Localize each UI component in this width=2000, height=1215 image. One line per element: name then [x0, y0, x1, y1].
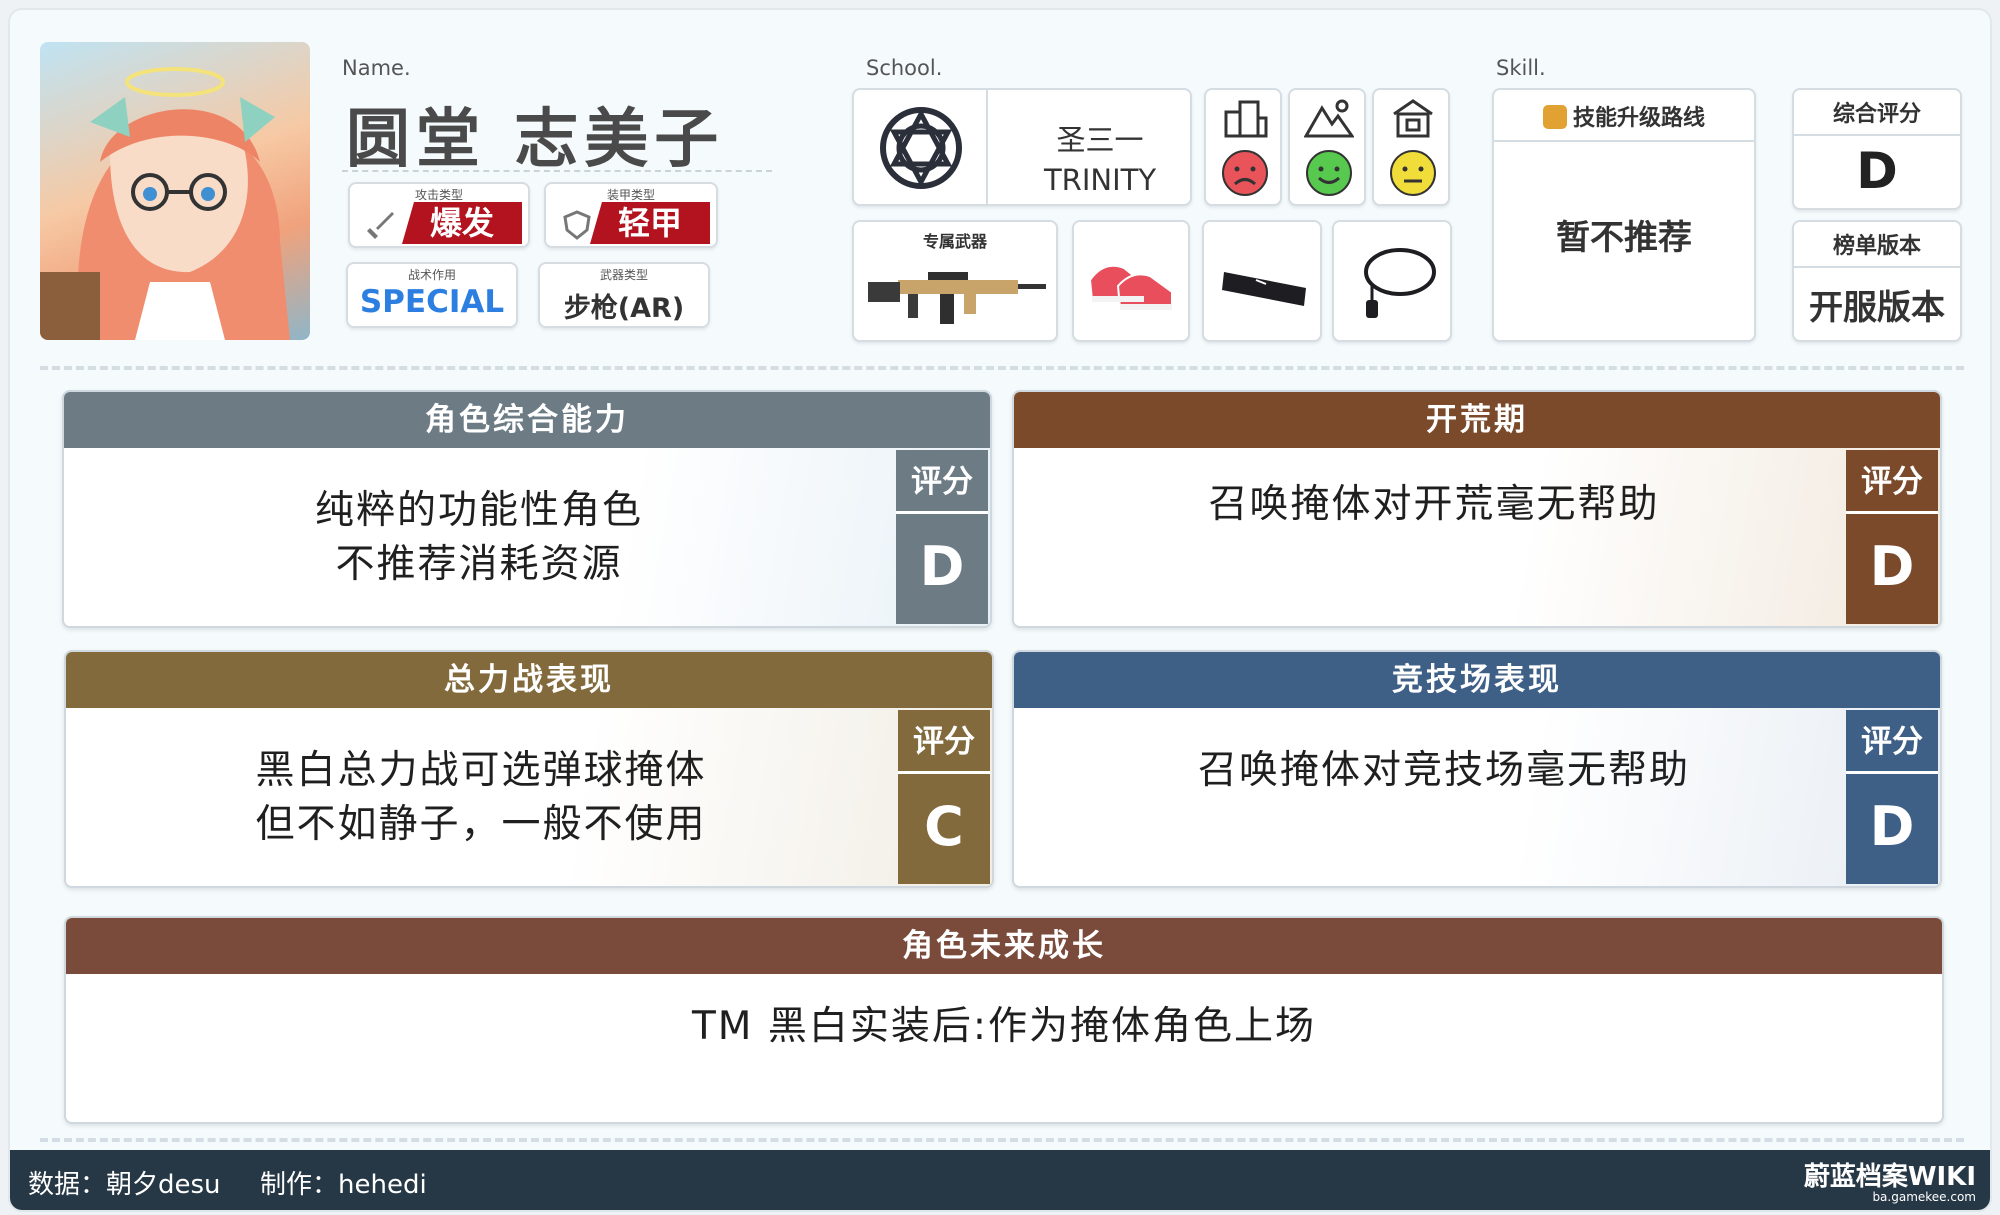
version-divider: [1794, 266, 1960, 268]
raid-score: 评分 C: [898, 710, 990, 884]
rifle-icon: [868, 260, 1048, 334]
terrain-city-box: [1204, 88, 1282, 206]
footer-bar: 数据：朝夕desu 制作：hehedi 蔚蓝档案WIKI ba.gamekee.…: [10, 1150, 1990, 1210]
attack-type-tag: 攻击类型 爆发: [348, 182, 530, 248]
arena-title: 竞技场表现: [1014, 652, 1940, 708]
future-growth-text: TM 黑白实装后:作为掩体角色上场: [66, 1000, 1942, 1054]
outdoor-icon: [1303, 98, 1355, 142]
skill-value: 暂不推荐: [1556, 218, 1692, 258]
early-game-score-label: 评分: [1846, 450, 1938, 514]
character-portrait: [40, 42, 310, 340]
terrain-outdoor-box: [1288, 88, 1366, 206]
overall-ability-line-1: 纯粹的功能性角色: [314, 488, 643, 533]
future-growth-title: 角色未来成长: [66, 918, 1942, 974]
raid-line-2: 但不如静子，一般不使用: [255, 802, 707, 847]
data-credit: 数据：朝夕desu: [28, 1170, 221, 1200]
name-underline: [342, 170, 772, 172]
overall-ability-title: 角色综合能力: [64, 392, 990, 448]
name-label: Name.: [342, 56, 411, 80]
arena-text: 召唤掩体对竞技场毫无帮助: [1014, 744, 1874, 798]
weapon-type-caption: 武器类型: [599, 268, 648, 282]
overall-ability-score: 评分 D: [896, 450, 988, 624]
skill-label: Skill.: [1496, 56, 1546, 80]
neutral-face-icon: [1388, 148, 1438, 202]
raid-panel: 总力战表现 黑白总力战可选弹球掩体 但不如静子，一般不使用 评分 C: [64, 650, 994, 888]
school-divider: [986, 90, 988, 204]
early-game-panel: 开荒期 召唤掩体对开荒毫无帮助 评分 D: [1012, 390, 1942, 628]
weapon-type-tag: 武器类型 步枪(AR): [538, 262, 710, 328]
early-game-text: 召唤掩体对开荒毫无帮助: [1014, 478, 1854, 532]
overall-rating-value: D: [1856, 142, 1898, 200]
indoor-icon: [1390, 98, 1436, 142]
future-growth-panel: 角色未来成长 TM 黑白实装后:作为掩体角色上场: [64, 916, 1944, 1124]
skill-header: 技能升级路线: [1494, 96, 1754, 142]
armor-type-tag: 装甲类型 轻甲: [544, 182, 718, 248]
early-game-body: [1014, 448, 1940, 626]
attack-type-caption: 攻击类型: [414, 188, 463, 202]
character-name: 圆堂 志美子: [346, 103, 725, 177]
early-game-score: 评分 D: [1846, 450, 1938, 624]
overall-rating-title: 综合评分: [1832, 102, 1921, 127]
raid-score-label: 评分: [898, 710, 990, 774]
happy-face-icon: [1304, 148, 1354, 202]
exclusive-weapon-label: 专属武器: [922, 232, 987, 251]
skill-title: 技能升级路线: [1572, 106, 1705, 131]
equipment-slot-2: [1202, 220, 1322, 342]
armor-type-caption: 装甲类型: [606, 188, 655, 202]
arena-line-1: 召唤掩体对竞技场毫无帮助: [1197, 748, 1690, 793]
school-name: 圣三一 TRINITY: [990, 120, 1210, 200]
attack-type-value: 爆发: [402, 202, 522, 244]
arena-score: 评分 D: [1846, 710, 1938, 884]
early-game-title: 开荒期: [1014, 392, 1940, 448]
trinity-emblem-icon: [876, 104, 966, 196]
early-game-score-value: D: [1869, 535, 1915, 598]
overall-ability-text: 纯粹的功能性角色 不推荐消耗资源: [64, 484, 894, 592]
raid-text: 黑白总力战可选弹球掩体 但不如静子，一般不使用: [66, 744, 896, 852]
tactical-role-caption: 战术作用: [407, 268, 456, 282]
tactical-role-value: SPECIAL: [359, 284, 505, 320]
future-growth-line-1: TM 黑白实装后:作为掩体角色上场: [691, 1004, 1316, 1049]
wiki-site: ba.gamekee.com: [1872, 1190, 1976, 1204]
hairband-icon: [1220, 258, 1310, 316]
overall-ability-panel: 角色综合能力 纯粹的功能性角色 不推荐消耗资源 评分 D: [62, 390, 992, 628]
raid-line-1: 黑白总力战可选弹球掩体: [255, 748, 707, 793]
character-card: Name. 圆堂 志美子 攻击类型 爆发 装甲类型 轻甲 战术作用 SPECIA…: [8, 8, 1992, 1212]
city-icon: [1222, 98, 1268, 142]
necklace-icon: [1352, 240, 1438, 332]
overall-ability-line-2: 不推荐消耗资源: [335, 542, 623, 587]
version-title: 榜单版本: [1832, 234, 1921, 259]
arena-panel: 竞技场表现 召唤掩体对竞技场毫无帮助 评分 D: [1012, 650, 1942, 888]
section-divider-top: [40, 366, 1964, 370]
overall-rating-divider: [1794, 134, 1960, 136]
author-credit: 制作：hehedi: [260, 1170, 427, 1200]
sword-icon: [364, 208, 398, 242]
tactical-role-tag: 战术作用 SPECIAL: [346, 262, 518, 328]
version-value: 开服版本: [1809, 288, 1945, 328]
raid-score-value: C: [924, 795, 964, 858]
weapon-type-value: 步枪(AR): [563, 293, 685, 324]
wiki-brand: 蔚蓝档案WIKI: [1803, 1162, 1976, 1192]
armor-type-value: 轻甲: [590, 202, 710, 244]
overall-ability-score-label: 评分: [896, 450, 988, 514]
school-name-cn: 圣三一: [1056, 123, 1144, 157]
overall-ability-score-value: D: [919, 535, 965, 598]
section-divider-bottom: [40, 1138, 1964, 1142]
raid-title: 总力战表现: [66, 652, 992, 708]
skill-badge-icon: [1542, 105, 1567, 129]
equipment-slot-3: [1332, 220, 1452, 342]
shoes-icon: [1084, 250, 1180, 318]
sad-face-icon: [1220, 148, 1270, 202]
school-label: School.: [866, 56, 943, 80]
early-game-line-1: 召唤掩体对开荒毫无帮助: [1208, 482, 1660, 527]
arena-score-label: 评分: [1846, 710, 1938, 774]
exclusive-weapon-box: 专属武器: [852, 220, 1058, 342]
terrain-indoor-box: [1372, 88, 1450, 206]
equipment-slot-1: [1072, 220, 1190, 342]
arena-score-value: D: [1869, 795, 1915, 858]
school-name-en: TRINITY: [1043, 163, 1157, 197]
shield-icon: [560, 208, 594, 242]
